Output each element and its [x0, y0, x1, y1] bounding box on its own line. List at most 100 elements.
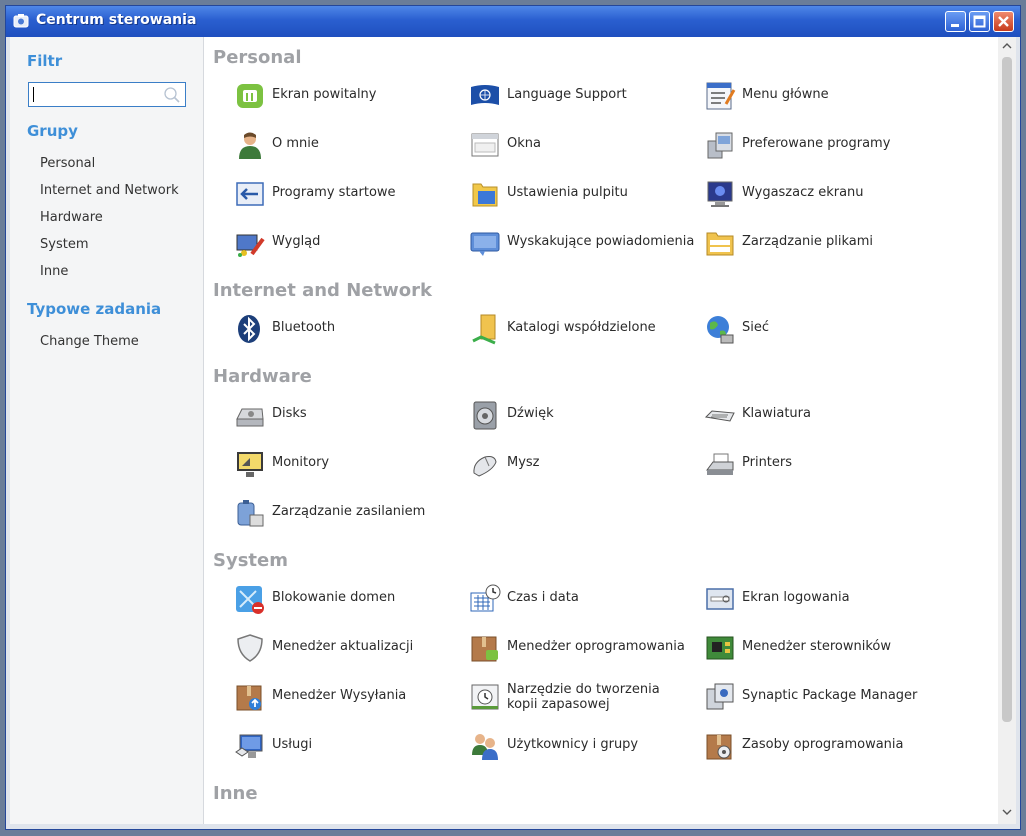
group-system[interactable]: System: [40, 237, 88, 252]
applet-label: Zarządzanie zasilaniem: [272, 504, 426, 519]
domain-block-icon: [236, 586, 264, 614]
applet-label: Ekran powitalny: [272, 87, 377, 102]
file-manager-icon: [706, 232, 734, 256]
screensaver-icon: [707, 181, 733, 207]
un-flag-icon: [471, 85, 499, 105]
minimize-icon: [951, 24, 959, 27]
tasks-heading: Typowe zadania: [27, 300, 162, 318]
speaker-icon: [473, 401, 497, 430]
applet-label: Menedżer oprogramowania: [507, 639, 685, 654]
applet-label: Wyskakujące powiadomienia: [507, 234, 695, 249]
applet-label: Synaptic Package Manager: [742, 688, 918, 703]
printer-icon: [706, 453, 734, 475]
applet-label: Sieć: [742, 320, 770, 335]
software-box-icon: [471, 636, 498, 662]
maximize-icon: [973, 15, 986, 28]
login-screen-icon: [706, 588, 734, 610]
battery-icon: [237, 500, 264, 527]
scrollbar-thumb[interactable]: [1002, 57, 1012, 722]
applet-label: Zarządzanie plikami: [742, 234, 874, 249]
section-title-hardware: Hardware: [213, 366, 312, 387]
menu-editor-icon: [706, 82, 736, 110]
section-title-inne: Inne: [213, 783, 258, 804]
applet-label: Czas i data: [507, 590, 579, 605]
startup-icon: [236, 182, 264, 206]
notification-icon: [470, 232, 500, 256]
applet-label: Blokowanie domen: [272, 590, 396, 605]
calendar-clock-icon: [470, 584, 501, 612]
applet-label: Preferowane programy: [742, 136, 891, 151]
mint-logo-icon: [237, 84, 263, 108]
filter-heading: Filtr: [27, 52, 63, 70]
group-internet-network[interactable]: Internet and Network: [40, 183, 179, 198]
synaptic-icon: [706, 683, 734, 710]
title-bar[interactable]: Centrum sterowania: [6, 6, 1020, 37]
applet-label: Narzędzie do tworzenia kopii zapasowej: [507, 682, 660, 712]
shield-icon: [237, 634, 263, 662]
control-center-icon: [13, 14, 29, 28]
applet-label: Menu główne: [742, 87, 829, 102]
applet-label: Ekran logowania: [742, 590, 850, 605]
group-personal[interactable]: Personal: [40, 156, 95, 171]
applet-label: Zasoby oprogramowania: [742, 737, 904, 752]
applet-label: Okna: [507, 136, 541, 151]
control-center-window: Centrum sterowania Filtr Grupy Personal …: [5, 5, 1021, 830]
applet-label: Menedżer aktualizacji: [272, 639, 414, 654]
search-icon: [164, 87, 180, 103]
disk-icon: [236, 408, 264, 427]
applet-label: Language Support: [507, 87, 627, 102]
applet-label: Mysz: [507, 455, 540, 470]
groups-heading: Grupy: [27, 122, 78, 140]
applet-label: Wygaszacz ekranu: [742, 185, 864, 200]
section-title-internet-network: Internet and Network: [213, 280, 432, 301]
window-icon: [471, 133, 499, 157]
minimize-button[interactable]: [945, 11, 966, 32]
upload-box-icon: [236, 685, 262, 711]
chip-icon: [706, 636, 734, 660]
vertical-scrollbar[interactable]: [998, 37, 1016, 824]
applet-label: Użytkownicy i grupy: [507, 737, 639, 752]
window-title: Centrum sterowania: [36, 12, 197, 28]
applet-label: Wygląd: [272, 234, 321, 249]
group-hardware[interactable]: Hardware: [40, 210, 103, 225]
appearance-icon: [236, 234, 265, 257]
applet-label: Bluetooth: [272, 320, 336, 335]
task-change-theme[interactable]: Change Theme: [40, 334, 139, 349]
applet-label: Klawiatura: [742, 406, 811, 421]
close-icon: [998, 16, 1009, 27]
applet-label: Disks: [272, 406, 307, 421]
user-icon: [239, 132, 261, 159]
network-globe-icon: [707, 316, 734, 344]
applet-label: Ustawienia pulpitu: [507, 185, 628, 200]
shared-folder-icon: [472, 314, 496, 345]
desktop-folder-icon: [472, 183, 498, 207]
software-sources-icon: [706, 734, 732, 760]
users-icon: [472, 734, 498, 760]
scroll-down-icon[interactable]: [1002, 807, 1012, 817]
text-cursor: [33, 87, 34, 102]
section-title-personal: Personal: [213, 47, 302, 68]
applet-label: Usługi: [272, 737, 313, 752]
applet-label: O mnie: [272, 136, 319, 151]
services-icon: [235, 734, 263, 758]
bluetooth-icon: [238, 315, 260, 343]
applet-label: Menedżer sterowników: [742, 639, 892, 654]
group-inne[interactable]: Inne: [40, 264, 68, 279]
applet-label: Printers: [742, 455, 793, 470]
applet-label: Programy startowe: [272, 185, 396, 200]
applet-label: Monitory: [272, 455, 330, 470]
close-button[interactable]: [993, 11, 1014, 32]
filter-input[interactable]: [35, 85, 159, 106]
backup-icon: [471, 684, 499, 710]
maximize-button[interactable]: [969, 11, 990, 32]
applet-label: Menedżer Wysyłania: [272, 688, 407, 703]
applet-label: Dźwięk: [507, 406, 554, 421]
sidebar: Filtr Grupy Personal Internet and Networ…: [10, 37, 204, 824]
monitor-icon: [237, 452, 263, 477]
applet-label: Katalogi współdzielone: [507, 320, 656, 335]
preferred-apps-icon: [707, 132, 733, 159]
applets-panel: Personal Ekran powitalny Language Suppor…: [204, 37, 998, 824]
scroll-up-icon[interactable]: [1002, 41, 1012, 51]
window-content: Filtr Grupy Personal Internet and Networ…: [10, 37, 1016, 824]
filter-field[interactable]: [28, 82, 186, 107]
